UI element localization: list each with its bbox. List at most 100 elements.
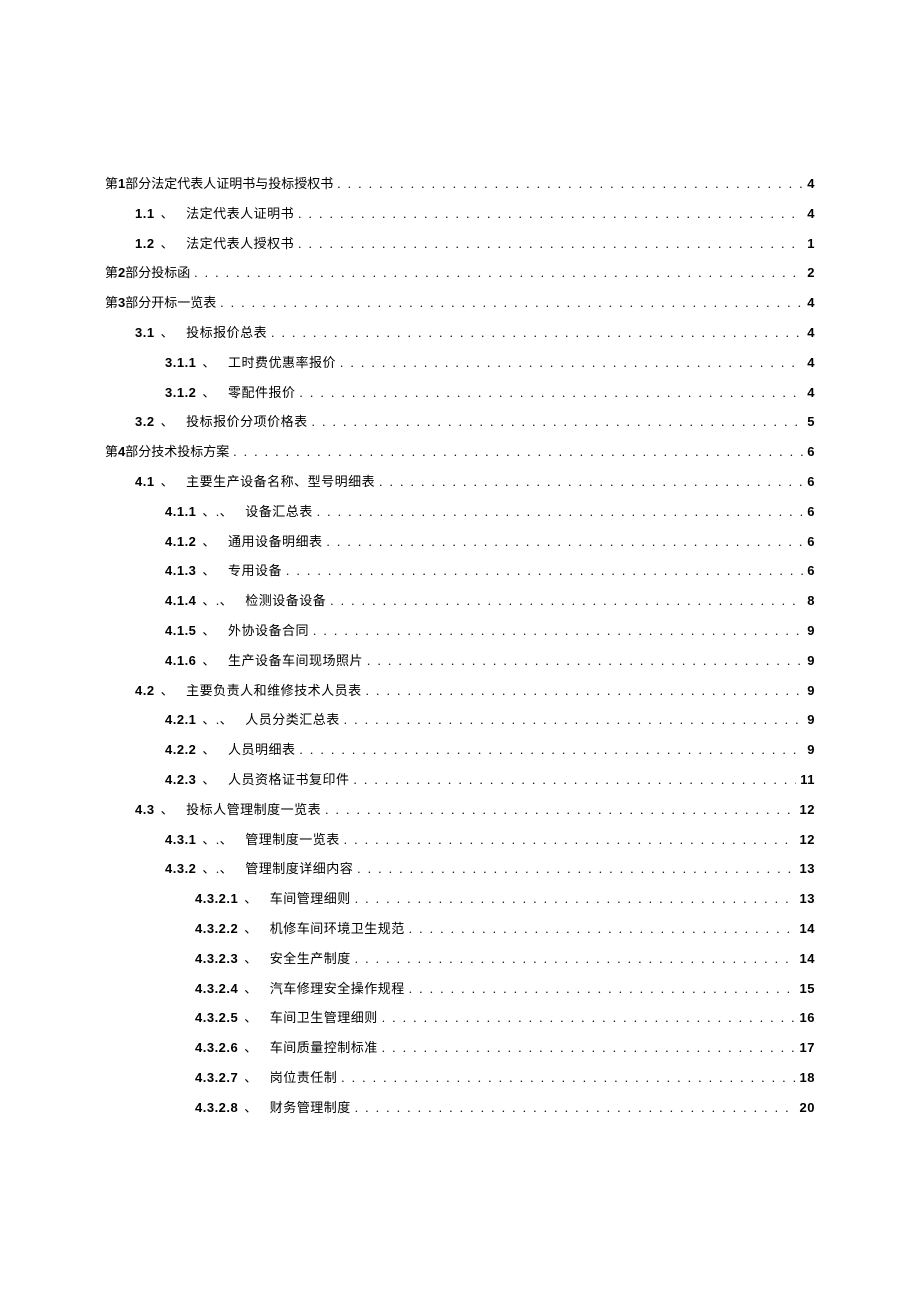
entry-separator: 、 — [202, 532, 216, 553]
entry-separator: 、.、 — [202, 830, 233, 851]
entry-page: 14 — [800, 949, 815, 970]
leader-dots — [312, 412, 804, 433]
entry-separator: 、 — [161, 412, 175, 433]
entry-title: 人员资格证书复印件 — [228, 770, 350, 791]
toc-entry: 第2部分投标函2 — [105, 263, 815, 284]
entry-title: 专用设备 — [228, 561, 282, 582]
toc-entry: 3.2、投标报价分项价格表5 — [105, 412, 815, 433]
entry-separator: 、 — [202, 740, 216, 761]
entry-number: 1.2 — [135, 234, 155, 255]
leader-dots — [286, 561, 803, 582]
toc-entry: 4.2、主要负责人和维修技术人员表9 — [105, 681, 815, 702]
toc-entry: 4.3.2.1、车间管理细则13 — [105, 889, 815, 910]
entry-title: 车间卫生管理细则 — [270, 1008, 378, 1029]
entry-number: 4.1.1 — [165, 502, 196, 523]
leader-dots — [271, 323, 803, 344]
entry-title-suffix: 部分开标一览表 — [125, 295, 216, 310]
entry-number: 4.3.2.5 — [195, 1008, 238, 1029]
entry-page: 6 — [807, 561, 815, 582]
leader-dots — [344, 710, 804, 731]
entry-separator: 、.、 — [202, 859, 233, 880]
entry-title: 法定代表人授权书 — [186, 234, 294, 255]
entry-title: 法定代表人证明书 — [186, 204, 294, 225]
entry-separator: 、 — [244, 1008, 258, 1029]
toc-entry: 4.3.2.3、安全生产制度14 — [105, 949, 815, 970]
entry-title: 安全生产制度 — [270, 949, 351, 970]
entry-number: 4.3.2.4 — [195, 979, 238, 1000]
entry-title-suffix: 部分法定代表人证明书与投标授权书 — [125, 176, 333, 191]
entry-title-prefix: 第 — [105, 295, 118, 310]
entry-number: 4.1.6 — [165, 651, 196, 672]
leader-dots — [313, 621, 803, 642]
leader-dots — [355, 1098, 796, 1119]
entry-page: 1 — [807, 234, 815, 255]
entry-page: 12 — [800, 830, 815, 851]
entry-separator: 、 — [244, 1038, 258, 1059]
toc-entry: 4.1.5、外协设备合同9 — [105, 621, 815, 642]
leader-dots — [340, 353, 803, 374]
leader-dots — [379, 472, 803, 493]
entry-separator: 、 — [161, 800, 175, 821]
leader-dots — [409, 979, 796, 1000]
entry-page: 17 — [800, 1038, 815, 1059]
leader-dots — [341, 1068, 795, 1089]
entry-separator: 、 — [202, 770, 216, 791]
entry-page: 4 — [807, 293, 815, 314]
entry-number: 4.2.2 — [165, 740, 196, 761]
entry-page: 9 — [807, 651, 815, 672]
entry-number: 3.1.1 — [165, 353, 196, 374]
toc-entry: 4.3.2.5 、车间卫生管理细则 16 — [105, 1008, 815, 1029]
leader-dots — [220, 293, 803, 314]
toc-entry: 3.1、投标报价总表4 — [105, 323, 815, 344]
leader-dots — [299, 383, 803, 404]
toc-entry: 4.3.2.6、车间质量控制标准17 — [105, 1038, 815, 1059]
entry-separator: 、 — [202, 651, 216, 672]
entry-page: 4 — [807, 174, 815, 195]
entry-title-prefix: 第 — [105, 444, 118, 459]
entry-number: 3.1 — [135, 323, 155, 344]
entry-number: 4.3 — [135, 800, 155, 821]
toc-entry: 第1部分法定代表人证明书与投标授权书 4 — [105, 174, 815, 195]
entry-page: 13 — [800, 859, 815, 880]
toc-entry: 第4部分技术投标方案6 — [105, 442, 815, 463]
entry-title: 投标人管理制度一览表 — [186, 800, 321, 821]
entry-title: 第3部分开标一览表 — [105, 293, 216, 314]
entry-title: 车间质量控制标准 — [270, 1038, 378, 1059]
entry-page: 14 — [800, 919, 815, 940]
entry-page: 4 — [807, 353, 815, 374]
entry-title: 第1部分法定代表人证明书与投标授权书 — [105, 174, 333, 195]
toc-entry: 4.3.2.2、机修车间环境卫生规范14 — [105, 919, 815, 940]
entry-title: 投标报价总表 — [186, 323, 267, 344]
entry-separator: 、 — [244, 1068, 258, 1089]
entry-page: 4 — [807, 383, 815, 404]
entry-number: 4.2.1 — [165, 710, 196, 731]
toc-entry: 4.3.2.8、财务管理制度20 — [105, 1098, 815, 1119]
toc-entry: 4.1、主要生产设备名称、型号明细表6 — [105, 472, 815, 493]
entry-number: 4.3.2.2 — [195, 919, 238, 940]
entry-number: 4.1 — [135, 472, 155, 493]
entry-page: 11 — [800, 770, 815, 791]
toc-entry: 4.3.2.4、汽车修理安全操作规程15 — [105, 979, 815, 1000]
entry-separator: 、 — [161, 472, 175, 493]
entry-separator: 、 — [244, 979, 258, 1000]
entry-number: 4.3.2.8 — [195, 1098, 238, 1119]
entry-separator: 、.、 — [202, 502, 233, 523]
leader-dots — [330, 591, 803, 612]
entry-separator: 、 — [161, 204, 175, 225]
entry-number: 4.2.3 — [165, 770, 196, 791]
entry-separator: 、 — [202, 621, 216, 642]
leader-dots — [337, 174, 803, 195]
entry-title: 人员明细表 — [228, 740, 296, 761]
entry-title: 岗位责任制 — [270, 1068, 338, 1089]
leader-dots — [299, 740, 803, 761]
entry-number: 4.3.2.1 — [195, 889, 238, 910]
entry-page: 16 — [800, 1008, 815, 1029]
entry-title: 零配件报价 — [228, 383, 296, 404]
leader-dots — [326, 532, 803, 553]
entry-separator: 、 — [244, 1098, 258, 1119]
leader-dots — [298, 234, 803, 255]
entry-separator: 、 — [202, 561, 216, 582]
entry-title: 管理制度详细内容 — [245, 859, 353, 880]
entry-title: 车间管理细则 — [270, 889, 351, 910]
toc-entry: 4.1.4、.、检测设备设备8 — [105, 591, 815, 612]
